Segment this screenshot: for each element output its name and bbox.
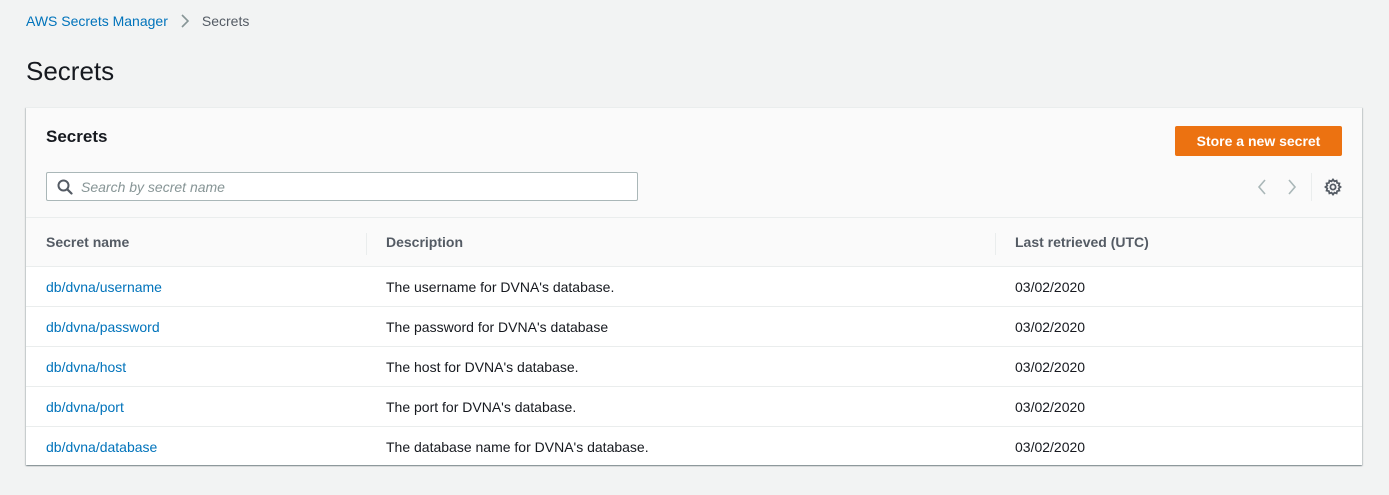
cell-secret-name: db/dvna/port	[26, 387, 366, 427]
cell-description: The host for DVNA's database.	[386, 358, 579, 375]
column-header-label: Description	[386, 234, 464, 250]
column-header-secret-name[interactable]: Secret name	[26, 218, 366, 267]
chevron-right-icon	[180, 14, 190, 28]
next-page-button[interactable]	[1277, 179, 1307, 195]
table-row: db/dvna/port The port for DVNA's databas…	[26, 387, 1362, 427]
secrets-panel: Secrets Store a new secret Search by sec…	[26, 107, 1362, 465]
pager-divider	[1311, 173, 1312, 201]
cell-secret-name: db/dvna/password	[26, 307, 366, 347]
breadcrumb: AWS Secrets Manager Secrets	[26, 12, 249, 30]
table-row: db/dvna/password The password for DVNA's…	[26, 307, 1362, 347]
cell-last-retrieved: 03/02/2020	[1015, 278, 1086, 295]
column-header-last-retrieved[interactable]: Last retrieved (UTC)	[995, 218, 1362, 267]
cell-last-retrieved: 03/02/2020	[1015, 318, 1086, 335]
secret-link[interactable]: db/dvna/host	[46, 359, 126, 375]
preferences-button[interactable]	[1324, 178, 1342, 196]
secrets-table: Secret name Description Last retrieved (…	[26, 217, 1362, 467]
column-header-description[interactable]: Description	[366, 218, 995, 267]
panel-header: Secrets Store a new secret	[26, 108, 1362, 218]
column-separator	[366, 233, 367, 255]
table-header-row: Secret name Description Last retrieved (…	[26, 217, 1362, 267]
breadcrumb-current: Secrets	[201, 13, 250, 29]
cell-secret-name: db/dvna/username	[26, 267, 366, 307]
chevron-left-icon	[1257, 179, 1266, 195]
column-separator	[995, 233, 996, 255]
cell-description: The password for DVNA's database	[386, 318, 609, 335]
cell-description: The database name for DVNA's database.	[386, 438, 649, 455]
table-row: db/dvna/username The username for DVNA's…	[26, 267, 1362, 307]
table-row: db/dvna/database The database name for D…	[26, 427, 1362, 467]
cell-last-retrieved: 03/02/2020	[1015, 438, 1086, 455]
column-header-label: Last retrieved (UTC)	[1015, 234, 1149, 250]
store-new-secret-button[interactable]: Store a new secret	[1175, 126, 1342, 156]
cell-secret-name: db/dvna/host	[26, 347, 366, 387]
secret-link[interactable]: db/dvna/port	[46, 399, 124, 415]
pagination	[1247, 173, 1342, 201]
cell-last-retrieved: 03/02/2020	[1015, 358, 1086, 375]
page-title: Secrets	[26, 56, 115, 86]
table-row: db/dvna/host The host for DVNA's databas…	[26, 347, 1362, 387]
secret-link[interactable]: db/dvna/username	[46, 279, 162, 295]
panel-title: Secrets	[46, 127, 108, 146]
secret-link[interactable]: db/dvna/database	[46, 439, 157, 455]
breadcrumb-link-secrets-manager[interactable]: AWS Secrets Manager	[26, 13, 168, 29]
cell-description: The username for DVNA's database.	[386, 278, 615, 295]
gear-icon	[1324, 178, 1342, 196]
secret-link[interactable]: db/dvna/password	[46, 319, 160, 335]
prev-page-button[interactable]	[1247, 179, 1277, 195]
cell-secret-name: db/dvna/database	[26, 427, 366, 467]
cell-description: The port for DVNA's database.	[386, 398, 577, 415]
chevron-right-icon	[1288, 179, 1297, 195]
search-input[interactable]	[81, 178, 637, 195]
search-box	[46, 172, 638, 201]
search-icon	[57, 179, 73, 195]
cell-last-retrieved: 03/02/2020	[1015, 398, 1086, 415]
